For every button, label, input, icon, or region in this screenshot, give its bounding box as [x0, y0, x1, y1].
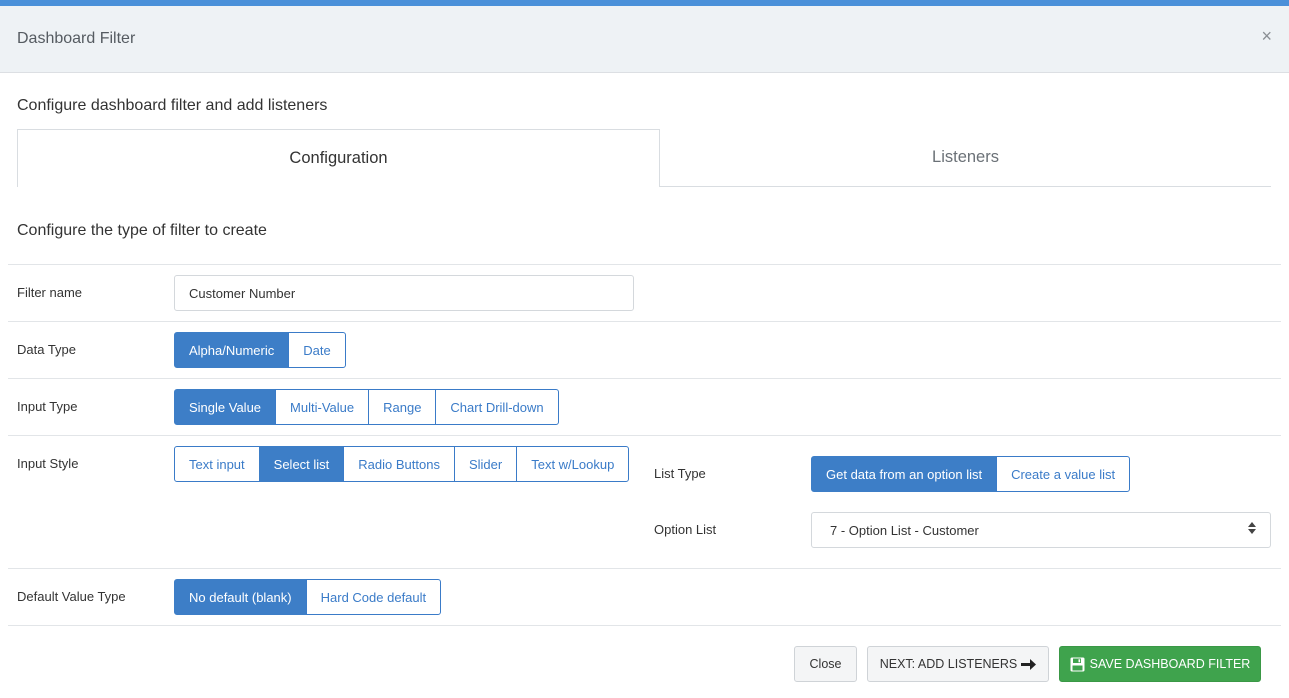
sort-arrows-icon — [1248, 522, 1256, 534]
filter-name-label: Filter name — [17, 285, 83, 300]
close-button-label: Close — [809, 657, 842, 671]
default-value-type-button-group: No default (blank) Hard Code default — [174, 579, 442, 615]
option-list-label: Option List — [654, 522, 717, 537]
save-button-label: SAVE DASHBOARD FILTER — [1089, 657, 1251, 671]
option-list-selected-value: 7 - Option List - Customer — [830, 522, 979, 538]
save-dashboard-filter-button[interactable]: SAVE DASHBOARD FILTER — [1059, 646, 1261, 682]
next-button-label: NEXT: ADD LISTENERS — [879, 657, 1018, 671]
input-type-option-chart-drill-down[interactable]: Chart Drill-down — [435, 389, 559, 425]
divider — [8, 435, 1281, 436]
divider — [8, 568, 1281, 569]
input-style-option-radio-buttons[interactable]: Radio Buttons — [343, 446, 455, 482]
list-type-button-group: Get data from an option list Create a va… — [811, 456, 1131, 492]
divider — [8, 378, 1281, 379]
list-type-option-value-list[interactable]: Create a value list — [996, 456, 1131, 492]
input-type-option-single-value[interactable]: Single Value — [174, 389, 277, 425]
section-title: Configure the type of filter to create — [17, 222, 267, 239]
tab-listeners[interactable]: Listeners — [660, 129, 1271, 187]
input-style-option-text-input[interactable]: Text input — [174, 446, 260, 482]
modal-intro-text: Configure dashboard filter and add liste… — [17, 97, 328, 114]
data-type-label: Data Type — [17, 342, 77, 357]
input-style-button-group: Text input Select list Radio Buttons Sli… — [174, 446, 630, 482]
input-style-option-select-list[interactable]: Select list — [258, 446, 345, 482]
data-type-button-group: Alpha/Numeric Date — [174, 332, 346, 368]
input-type-button-group: Single Value Multi-Value Range Chart Dri… — [174, 389, 559, 425]
tab-configuration[interactable]: Configuration — [17, 129, 660, 187]
default-value-option-hard-code[interactable]: Hard Code default — [305, 579, 442, 615]
divider — [8, 321, 1281, 322]
option-list-select[interactable]: 7 - Option List - Customer — [811, 512, 1271, 548]
floppy-disk-icon — [1070, 657, 1085, 672]
filter-name-input[interactable] — [174, 275, 634, 311]
next-add-listeners-button[interactable]: NEXT: ADD LISTENERS — [867, 646, 1049, 682]
modal-title: Dashboard Filter — [17, 30, 136, 47]
input-type-label: Input Type — [17, 399, 78, 414]
default-value-option-no-default[interactable]: No default (blank) — [174, 579, 307, 615]
divider — [8, 264, 1281, 265]
arrow-right-icon — [1021, 658, 1037, 670]
list-type-option-option-list[interactable]: Get data from an option list — [811, 456, 998, 492]
data-type-option-alpha-numeric[interactable]: Alpha/Numeric — [174, 332, 290, 368]
input-type-option-range[interactable]: Range — [368, 389, 437, 425]
close-button[interactable]: Close — [794, 646, 857, 682]
input-style-option-text-w-lookup[interactable]: Text w/Lookup — [516, 446, 630, 482]
close-icon[interactable]: × — [1261, 26, 1272, 46]
modal-header: Dashboard Filter × — [0, 6, 1289, 73]
input-style-option-slider[interactable]: Slider — [453, 446, 518, 482]
data-type-option-date[interactable]: Date — [288, 332, 346, 368]
list-type-label: List Type — [654, 466, 706, 481]
divider — [8, 625, 1281, 626]
default-value-type-label: Default Value Type — [17, 589, 126, 604]
input-style-label: Input Style — [17, 456, 79, 471]
input-type-option-multi-value[interactable]: Multi-Value — [275, 389, 370, 425]
